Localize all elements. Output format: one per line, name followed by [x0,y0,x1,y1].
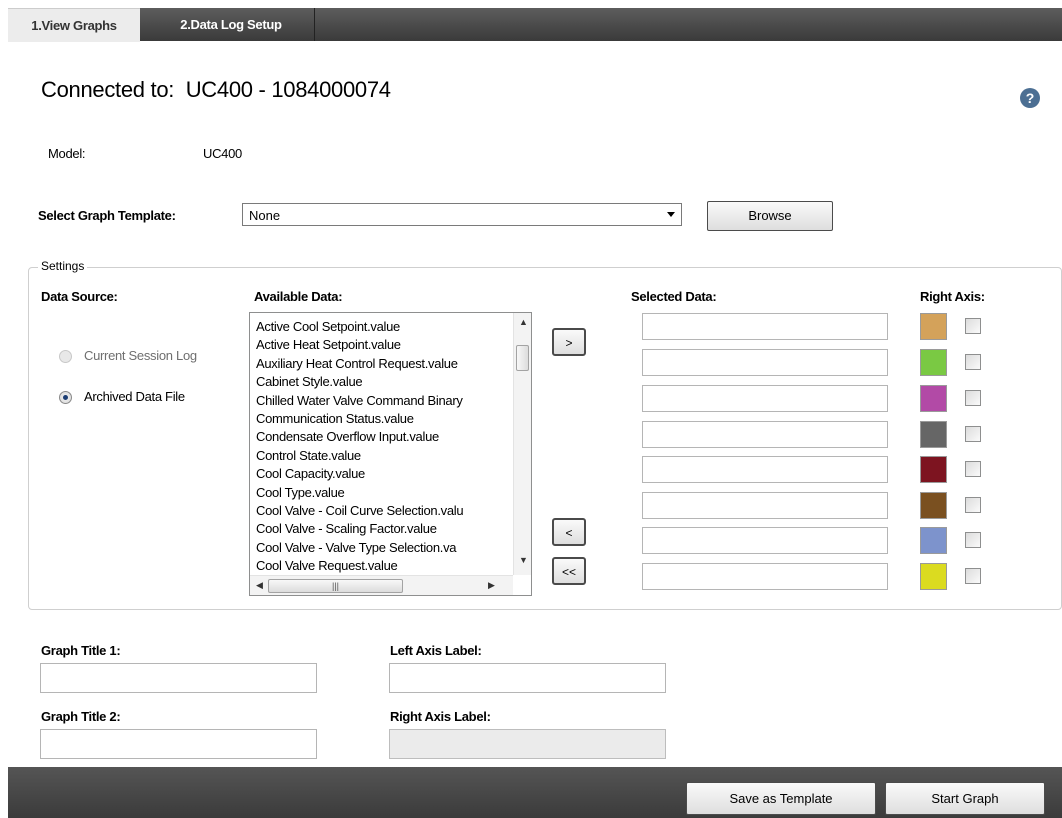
graph-title-1-input[interactable] [40,663,317,693]
selected-data-slot[interactable] [642,421,888,448]
right-axis-input [389,729,666,759]
add-selected-button[interactable]: > [552,328,586,356]
list-item[interactable]: Cool Valve - Valve Type Selection.va [256,539,508,557]
series-color-swatch[interactable] [920,527,947,554]
list-item[interactable]: Chilled Water Valve Command Binary [256,392,508,410]
series-color-swatch[interactable] [920,385,947,412]
model-label: Model: [48,146,86,161]
vertical-scroll-thumb[interactable] [516,345,529,371]
right-axis-label-field-label: Right Axis Label: [390,709,491,724]
horizontal-scroll-thumb[interactable]: ||| [268,579,403,593]
data-source-label: Data Source: [41,289,118,304]
list-item[interactable]: Cool Capacity.value [256,465,508,483]
list-item[interactable]: Communication Status.value [256,410,508,428]
settings-legend: Settings [38,259,88,273]
right-axis-checkbox[interactable] [965,461,981,477]
archived-data-file-label: Archived Data File [84,389,185,404]
template-selected-value: None [249,208,281,223]
series-color-swatch[interactable] [920,456,947,483]
chevron-down-icon [667,212,675,217]
radio-current-session-log[interactable] [59,350,72,363]
remove-selected-button[interactable]: < [552,518,586,546]
device-name: UC400 - 1084000074 [185,77,391,102]
scroll-up-icon[interactable]: ▲ [519,317,528,327]
help-icon[interactable]: ? [1020,88,1040,108]
browse-button[interactable]: Browse [707,201,833,231]
list-item[interactable]: Cool Type.value [256,484,508,502]
selected-data-slot[interactable] [642,313,888,340]
scroll-right-icon[interactable]: ▶ [488,580,495,591]
scroll-down-icon[interactable]: ▼ [519,555,528,565]
right-axis-checkbox[interactable] [965,497,981,513]
settings-group [28,267,1062,610]
selected-data-slot[interactable] [642,527,888,554]
tab-view-graphs[interactable]: 1.View Graphs [8,8,140,42]
selected-data-slot[interactable] [642,385,888,412]
radio-archived-data-file[interactable] [59,391,72,404]
right-axis-checkbox[interactable] [965,426,981,442]
connected-label: Connected to: [41,77,175,102]
remove-all-button[interactable]: << [552,557,586,585]
series-color-swatch[interactable] [920,313,947,340]
selected-data-slot[interactable] [642,492,888,519]
series-color-swatch[interactable] [920,349,947,376]
tab-data-log-setup[interactable]: 2.Data Log Setup [148,8,315,41]
right-axis-checkbox[interactable] [965,390,981,406]
model-value: UC400 [203,146,242,161]
available-data-list[interactable]: Active Cool Setpoint.value Active Heat S… [249,312,532,596]
graph-title-1-label: Graph Title 1: [41,643,121,658]
page-title: Connected to: UC400 - 1084000074 [41,77,391,103]
available-data-label: Available Data: [254,289,343,304]
right-axis-checkbox[interactable] [965,568,981,584]
series-color-swatch[interactable] [920,563,947,590]
graph-title-2-input[interactable] [40,729,317,759]
selected-data-slot[interactable] [642,349,888,376]
list-item[interactable]: Control State.value [256,447,508,465]
template-select[interactable]: None [242,203,682,226]
list-item[interactable]: Cool Valve - Coil Curve Selection.valu [256,502,508,520]
available-data-items: Active Cool Setpoint.value Active Heat S… [256,318,508,576]
left-axis-input[interactable] [389,663,666,693]
selected-data-label: Selected Data: [631,289,717,304]
list-item[interactable]: Cool Valve Request.value [256,557,508,575]
right-axis-checkbox[interactable] [965,532,981,548]
list-item[interactable]: Condensate Overflow Input.value [256,428,508,446]
horizontal-scrollbar[interactable]: ◀ ||| ▶ [250,575,513,595]
right-axis-checkbox[interactable] [965,354,981,370]
selected-data-slot[interactable] [642,563,888,590]
save-as-template-button[interactable]: Save as Template [686,782,876,815]
list-item[interactable]: Active Cool Setpoint.value [256,318,508,336]
left-axis-label: Left Axis Label: [390,643,482,658]
scroll-left-icon[interactable]: ◀ [256,580,263,591]
list-item[interactable]: Cool Valve - Scaling Factor.value [256,520,508,538]
list-item[interactable]: Cabinet Style.value [256,373,508,391]
graph-title-2-label: Graph Title 2: [41,709,121,724]
list-item[interactable]: Active Heat Setpoint.value [256,336,508,354]
series-color-swatch[interactable] [920,492,947,519]
template-label: Select Graph Template: [38,208,176,223]
current-session-log-label: Current Session Log [84,348,197,363]
start-graph-button[interactable]: Start Graph [885,782,1045,815]
right-axis-label: Right Axis: [920,289,985,304]
right-axis-checkbox[interactable] [965,318,981,334]
vertical-scrollbar[interactable]: ▲ ▼ [513,313,531,575]
selected-data-slot[interactable] [642,456,888,483]
list-item[interactable]: Auxiliary Heat Control Request.value [256,355,508,373]
series-color-swatch[interactable] [920,421,947,448]
